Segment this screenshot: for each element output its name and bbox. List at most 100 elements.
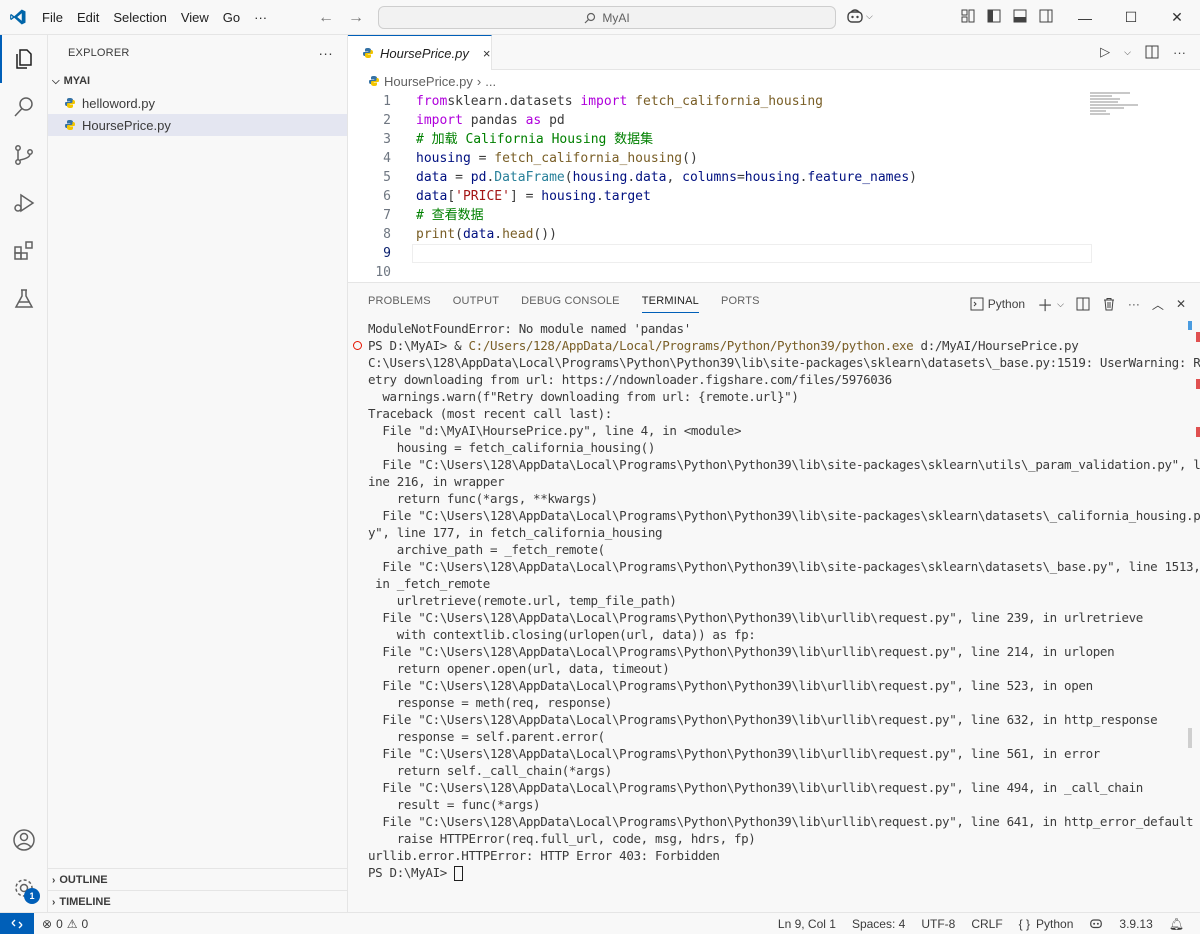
run-python-file-icon[interactable]: ▷ bbox=[1100, 44, 1110, 60]
terminal-line: File "C:\Users\128\AppData\Local\Program… bbox=[368, 779, 1143, 796]
chevron-down-icon[interactable]: ⌵ bbox=[1124, 47, 1131, 58]
code-text: # 查看数据 bbox=[416, 206, 484, 225]
minimize-icon[interactable]: — bbox=[1062, 0, 1108, 35]
warning-count: 0 bbox=[81, 916, 89, 931]
close-tab-icon[interactable]: × bbox=[483, 46, 491, 61]
line-number: 3 bbox=[383, 132, 391, 147]
explorer-icon[interactable] bbox=[0, 35, 48, 83]
customize-layout-icon[interactable] bbox=[960, 8, 976, 24]
remote-indicator-icon[interactable] bbox=[0, 912, 34, 934]
code-text: import pandas as pd bbox=[416, 111, 565, 130]
encoding[interactable]: UTF-8 bbox=[921, 917, 955, 931]
menu-item-2[interactable]: Selection bbox=[106, 0, 173, 35]
more-actions-icon[interactable]: ··· bbox=[1128, 297, 1140, 311]
close-window-icon[interactable]: ✕ bbox=[1154, 0, 1200, 35]
code-line[interactable]: 1 fromsklearn.datasets import fetch_calif… bbox=[348, 92, 1200, 111]
terminal-line: warnings.warn(f"Retry downloading from u… bbox=[368, 388, 799, 405]
language-mode[interactable]: { } Python bbox=[1019, 917, 1074, 931]
terminal-output[interactable]: ModuleNotFoundError: No module named 'pa… bbox=[348, 318, 1200, 913]
breadcrumb-symbols[interactable]: ... bbox=[485, 74, 496, 89]
close-panel-icon[interactable]: ✕ bbox=[1176, 297, 1186, 311]
accounts-icon[interactable] bbox=[0, 816, 48, 864]
maximize-icon[interactable]: ☐ bbox=[1108, 0, 1154, 35]
trash-icon[interactable] bbox=[1102, 297, 1116, 311]
minimap[interactable] bbox=[1090, 92, 1140, 122]
source-control-icon[interactable] bbox=[0, 131, 48, 179]
menu-item-4[interactable]: Go bbox=[216, 0, 247, 35]
panel-tab-ports[interactable]: PORTS bbox=[721, 295, 760, 307]
code-editor[interactable]: 1 fromsklearn.datasets import fetch_calif… bbox=[348, 92, 1200, 282]
terminal-line: y", line 177, in fetch_california_housin… bbox=[368, 524, 663, 541]
notifications-bell-icon[interactable]: 🔔︎ bbox=[1169, 917, 1184, 931]
terminal-line: File "C:\Users\128\AppData\Local\Program… bbox=[368, 558, 1200, 575]
back-arrow-icon[interactable]: ← bbox=[318, 9, 334, 27]
error-decoration-icon[interactable] bbox=[353, 341, 362, 350]
menu-item-0[interactable]: File bbox=[35, 0, 70, 35]
terminal-line: in _fetch_remote bbox=[368, 575, 490, 592]
file-item[interactable]: helloword.py bbox=[48, 92, 347, 114]
extensions-icon[interactable] bbox=[0, 227, 48, 275]
terminal-text: File "C:\Users\128\AppData\Local\Program… bbox=[368, 457, 1200, 472]
testing-flask-icon[interactable] bbox=[0, 275, 48, 323]
forward-arrow-icon[interactable]: → bbox=[348, 9, 364, 27]
terminal-text: housing = fetch_california_housing() bbox=[368, 440, 656, 455]
toggle-primary-sidebar-icon[interactable] bbox=[986, 8, 1002, 24]
menu-item-5[interactable]: ··· bbox=[247, 0, 274, 35]
code-token: columns bbox=[682, 170, 737, 185]
search-icon[interactable] bbox=[0, 83, 48, 131]
chevron-down-icon[interactable]: ⌵ bbox=[1057, 299, 1064, 310]
more-actions-icon[interactable]: ··· bbox=[1173, 45, 1186, 60]
code-line[interactable]: 2 import pandas as pd bbox=[348, 111, 1200, 130]
terminal-text: warnings.warn(f"Retry downloading from u… bbox=[368, 389, 799, 404]
chevron-right-icon: › bbox=[476, 73, 482, 89]
problems-status[interactable]: ⊗ 0 ⚠ 0 bbox=[42, 917, 88, 931]
terminal-text: File "C:\Users\128\AppData\Local\Program… bbox=[368, 508, 1200, 523]
copilot-status-icon[interactable] bbox=[1089, 917, 1103, 932]
code-token: DataFrame bbox=[494, 170, 565, 185]
code-line[interactable]: 6 data['PRICE'] = housing.target bbox=[348, 187, 1200, 206]
outline-section[interactable]: › OUTLINE bbox=[48, 868, 347, 891]
toggle-secondary-sidebar-icon[interactable] bbox=[1038, 8, 1054, 24]
more-actions-icon[interactable]: ··· bbox=[318, 45, 333, 61]
code-line[interactable]: 8 print(data.head()) bbox=[348, 225, 1200, 244]
breadcrumb-file[interactable]: HoursePrice.py bbox=[384, 74, 473, 89]
panel-tab-output[interactable]: OUTPUT bbox=[453, 295, 499, 307]
tab-hourseprice[interactable]: HoursePrice.py × bbox=[348, 35, 492, 70]
code-line[interactable]: 3 # 加载 California Housing 数据集 bbox=[348, 130, 1200, 149]
folder-myai[interactable]: ⌵ MYAI bbox=[48, 70, 347, 92]
panel-tab-terminal[interactable]: TERMINAL bbox=[641, 295, 699, 313]
code-line[interactable]: 7 # 查看数据 bbox=[348, 206, 1200, 225]
code-token: fetch_california_housing bbox=[494, 151, 683, 166]
terminal-shell-label[interactable]: Python bbox=[988, 297, 1025, 311]
toggle-panel-icon[interactable] bbox=[1012, 8, 1028, 24]
code-token: data bbox=[462, 227, 495, 242]
end-of-line[interactable]: CRLF bbox=[971, 917, 1002, 931]
code-line[interactable]: 10 bbox=[348, 263, 1200, 282]
split-editor-icon[interactable] bbox=[1145, 45, 1159, 59]
code-text: print(data.head()) bbox=[416, 225, 557, 244]
panel-tab-debug-console[interactable]: DEBUG CONSOLE bbox=[521, 295, 620, 307]
cursor-position[interactable]: Ln 9, Col 1 bbox=[778, 917, 836, 931]
split-terminal-icon[interactable] bbox=[1076, 297, 1090, 311]
menu-item-3[interactable]: View bbox=[174, 0, 216, 35]
manage-gear-icon[interactable]: 1 bbox=[0, 864, 48, 912]
menu-item-1[interactable]: Edit bbox=[70, 0, 106, 35]
copilot-button[interactable]: ⌵ bbox=[846, 8, 873, 24]
command-center-search[interactable]: MyAI bbox=[378, 6, 836, 29]
code-line[interactable]: 5 data = pd.DataFrame(housing.data, colum… bbox=[348, 168, 1200, 187]
new-terminal-icon[interactable]: ＋ bbox=[1037, 292, 1053, 316]
terminal-line: File "C:\Users\128\AppData\Local\Program… bbox=[368, 643, 1114, 660]
panel-tab-problems[interactable]: PROBLEMS bbox=[368, 295, 431, 307]
code-line[interactable]: 9 bbox=[348, 244, 1200, 263]
terminal-line: urllib.error.HTTPError: HTTP Error 403: … bbox=[368, 847, 720, 864]
python-version[interactable]: 3.9.13 bbox=[1119, 917, 1152, 931]
code-line[interactable]: 4 housing = fetch_california_housing() bbox=[348, 149, 1200, 168]
terminal-text: response = self.parent.error( bbox=[368, 729, 605, 744]
error-icon: ⊗ bbox=[42, 916, 53, 931]
maximize-panel-icon[interactable]: ︿ bbox=[1152, 296, 1164, 313]
file-item[interactable]: HoursePrice.py bbox=[48, 114, 347, 136]
terminal-text: raise HTTPError(req.full_url, code, msg,… bbox=[368, 831, 756, 846]
run-debug-icon[interactable] bbox=[0, 179, 48, 227]
timeline-section[interactable]: › TIMELINE bbox=[48, 890, 347, 913]
indentation[interactable]: Spaces: 4 bbox=[852, 917, 905, 931]
